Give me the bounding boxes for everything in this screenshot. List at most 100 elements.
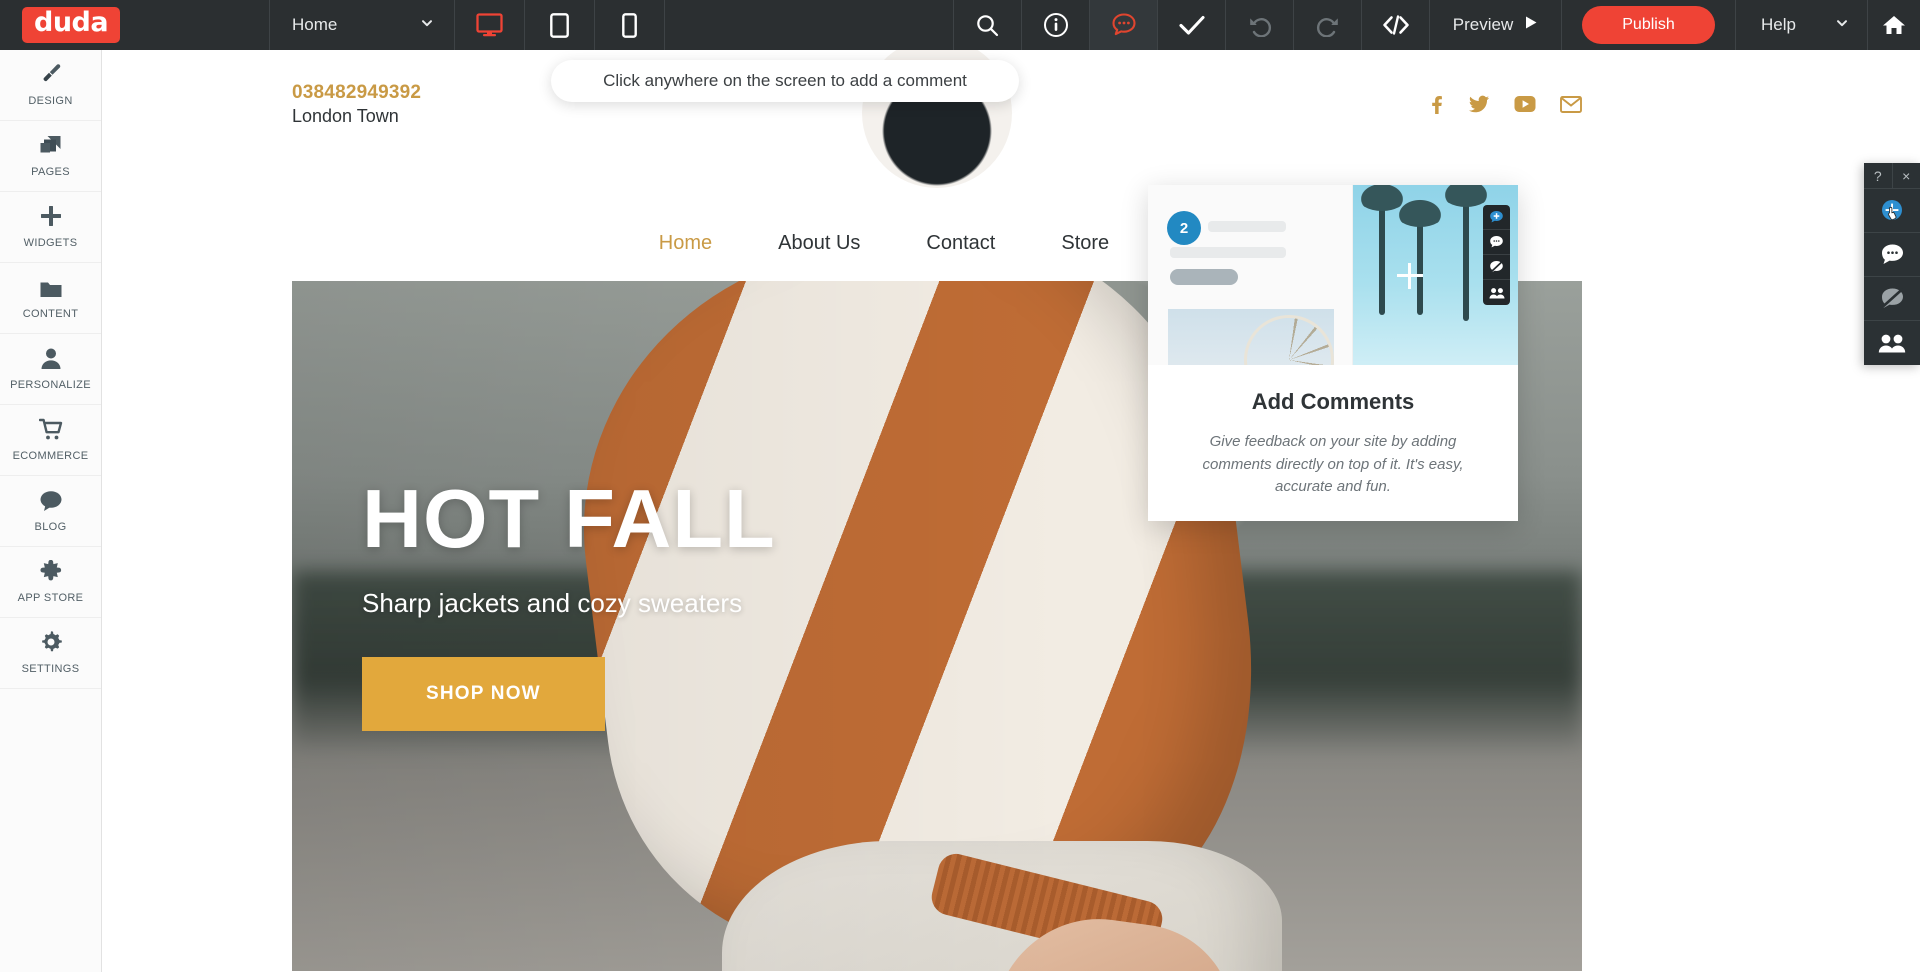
team-icon bbox=[1878, 334, 1906, 353]
hero-subtitle[interactable]: Sharp jackets and cozy sweaters bbox=[362, 588, 776, 619]
device-desktop-button[interactable] bbox=[455, 0, 525, 50]
code-brackets-icon bbox=[1382, 15, 1409, 35]
nav-link-home[interactable]: Home bbox=[626, 232, 745, 255]
app-logo-cell: duda bbox=[0, 0, 270, 50]
dock-help-button[interactable]: ? bbox=[1864, 163, 1893, 188]
nav-link-store[interactable]: Store bbox=[1028, 232, 1142, 255]
home-button[interactable] bbox=[1868, 0, 1920, 50]
facebook-icon[interactable] bbox=[1426, 94, 1445, 114]
left-sidebar: DESIGN PAGES WIDGETS CONTENT PERSONALIZE… bbox=[0, 50, 102, 972]
dock-hide-comments-button[interactable] bbox=[1864, 277, 1920, 321]
dock-add-comment-button[interactable] bbox=[1864, 189, 1920, 233]
preview-button[interactable]: Preview bbox=[1430, 0, 1562, 50]
email-icon[interactable] bbox=[1560, 95, 1582, 113]
person-icon bbox=[40, 348, 62, 370]
device-tablet-button[interactable] bbox=[525, 0, 595, 50]
comment-bubble-icon bbox=[1881, 244, 1903, 264]
twitter-icon[interactable] bbox=[1469, 94, 1490, 114]
comments-dock: ? × bbox=[1864, 163, 1920, 365]
ferris-wheel-icon bbox=[1244, 315, 1334, 365]
comment-hint-tooltip: Click anywhere on the screen to add a co… bbox=[551, 60, 1019, 102]
add-comment-cursor-icon bbox=[1882, 199, 1902, 220]
help-label: Help bbox=[1761, 15, 1796, 34]
plus-icon bbox=[39, 205, 63, 228]
shop-now-button[interactable]: SHOP NOW bbox=[362, 657, 605, 731]
site-canvas[interactable]: 038482949392 London Town Home About Us C… bbox=[102, 50, 1920, 972]
sidebar-item-app-store[interactable]: APP STORE bbox=[0, 547, 101, 618]
info-circle-icon bbox=[1043, 13, 1068, 37]
palm-tree-icon bbox=[1441, 185, 1491, 321]
mini-comment-bubble-icon bbox=[1483, 230, 1510, 255]
help-menu[interactable]: Help bbox=[1736, 0, 1868, 50]
gear-icon bbox=[39, 630, 63, 654]
sidebar-item-widgets[interactable]: WIDGETS bbox=[0, 192, 101, 263]
sidebar-item-personalize[interactable]: PERSONALIZE bbox=[0, 334, 101, 405]
sidebar-item-settings[interactable]: SETTINGS bbox=[0, 618, 101, 689]
page-selector-label: Home bbox=[292, 15, 338, 34]
home-icon bbox=[1883, 16, 1905, 34]
device-mobile-button[interactable] bbox=[595, 0, 665, 50]
placeholder-line bbox=[1170, 247, 1286, 258]
folder-icon bbox=[39, 277, 63, 299]
chevron-down-icon bbox=[1835, 15, 1849, 35]
sidebar-item-label: BLOG bbox=[34, 520, 67, 533]
mini-hide-comments-icon bbox=[1483, 255, 1510, 280]
youtube-icon[interactable] bbox=[1514, 95, 1536, 113]
comments-button[interactable] bbox=[1090, 0, 1158, 50]
mini-team-icon bbox=[1483, 280, 1510, 305]
publish-cell: Publish bbox=[1562, 0, 1736, 50]
add-comments-popup[interactable]: 2 Add Comments Give feedback on your sit… bbox=[1148, 185, 1518, 521]
top-toolbar: duda Home Preview Publish Help bbox=[0, 0, 1920, 50]
site-phone-number[interactable]: 038482949392 bbox=[292, 82, 421, 104]
approve-button[interactable] bbox=[1158, 0, 1226, 50]
sidebar-item-pages[interactable]: PAGES bbox=[0, 121, 101, 192]
sidebar-item-label: PAGES bbox=[31, 165, 70, 178]
publish-button[interactable]: Publish bbox=[1582, 6, 1715, 44]
sidebar-item-ecommerce[interactable]: ECOMMERCE bbox=[0, 405, 101, 476]
site-location: London Town bbox=[292, 106, 399, 126]
hero-title[interactable]: HOT FALL bbox=[362, 477, 776, 560]
dock-close-button[interactable]: × bbox=[1893, 163, 1920, 188]
search-icon bbox=[977, 14, 999, 36]
placeholder-ferris-wheel-image bbox=[1168, 309, 1334, 365]
code-button[interactable] bbox=[1362, 0, 1430, 50]
popup-illustration-right bbox=[1353, 185, 1518, 365]
nav-link-about-us[interactable]: About Us bbox=[745, 232, 893, 255]
sidebar-item-label: DESIGN bbox=[28, 94, 73, 107]
sidebar-item-label: ECOMMERCE bbox=[12, 449, 89, 462]
preview-label: Preview bbox=[1452, 15, 1514, 34]
undo-button[interactable] bbox=[1226, 0, 1294, 50]
popup-illustration: 2 bbox=[1148, 185, 1518, 365]
redo-button[interactable] bbox=[1294, 0, 1362, 50]
placeholder-pill bbox=[1170, 269, 1238, 285]
sidebar-item-label: PERSONALIZE bbox=[10, 378, 91, 391]
page-selector[interactable]: Home bbox=[270, 0, 455, 50]
sidebar-item-content[interactable]: CONTENT bbox=[0, 263, 101, 334]
dock-header: ? × bbox=[1864, 163, 1920, 189]
speech-bubble-icon bbox=[39, 490, 63, 512]
phone-icon bbox=[622, 12, 637, 38]
popup-illustration-left: 2 bbox=[1148, 185, 1353, 365]
toolbar-spacer bbox=[665, 0, 954, 50]
nav-link-contact[interactable]: Contact bbox=[893, 232, 1028, 255]
duda-logo[interactable]: duda bbox=[22, 7, 121, 43]
comment-bubble-icon bbox=[1111, 13, 1136, 36]
comment-hint-text: Click anywhere on the screen to add a co… bbox=[603, 71, 967, 90]
hero-copy: HOT FALL Sharp jackets and cozy sweaters… bbox=[362, 477, 776, 731]
dock-collaborators-button[interactable] bbox=[1864, 321, 1920, 365]
palm-tree-icon bbox=[1357, 185, 1407, 315]
sidebar-item-design[interactable]: DESIGN bbox=[0, 50, 101, 121]
monitor-icon bbox=[476, 13, 503, 37]
paintbrush-icon bbox=[39, 63, 63, 86]
sidebar-item-blog[interactable]: BLOG bbox=[0, 476, 101, 547]
social-links bbox=[1426, 94, 1582, 114]
check-icon bbox=[1178, 15, 1205, 35]
dock-view-comments-button[interactable] bbox=[1864, 233, 1920, 277]
redo-icon bbox=[1316, 18, 1338, 37]
tablet-icon bbox=[550, 12, 569, 38]
info-button[interactable] bbox=[1022, 0, 1090, 50]
hide-comments-icon bbox=[1881, 288, 1903, 308]
search-button[interactable] bbox=[954, 0, 1022, 50]
popup-mini-toolbar bbox=[1483, 205, 1510, 305]
popup-description: Give feedback on your site by adding com… bbox=[1202, 433, 1464, 495]
